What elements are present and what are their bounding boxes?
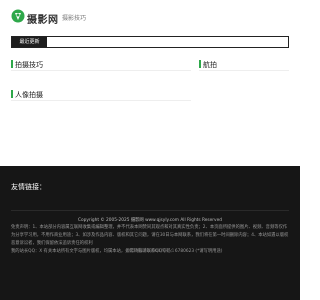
section-divider (199, 70, 289, 71)
section-title-shooting-tips[interactable]: 拍摄技巧 (11, 60, 43, 70)
icp-record-link[interactable]: 备ICP备202300020号-1 (0, 248, 300, 254)
section-title-label: 拍摄技巧 (15, 61, 43, 69)
section-marker (11, 60, 13, 68)
section-title-aerial[interactable]: 航拍 (199, 60, 217, 70)
camera-leaf-icon[interactable] (11, 9, 25, 23)
site-footer: 友情链接： Copyright © 2005-2025 摄影网 www.qjsy… (0, 166, 300, 300)
copyright-text: Copyright © 2005-2025 摄影网 www.qjsyly.com… (78, 218, 222, 223)
section-divider (11, 70, 191, 71)
section-marker (199, 60, 201, 68)
section-divider (11, 100, 191, 101)
disclaimer-line: 免责声明：1、本站部分内容属互联网收集或编辑整理，并不代表本网赞同其观点和对其真… (11, 225, 289, 246)
site-logo-text[interactable]: 摄影网 (27, 11, 59, 26)
section-marker (11, 90, 13, 98)
friend-links-heading: 友情链接： (11, 183, 46, 191)
section-title-portrait[interactable]: 人像拍摄 (11, 90, 43, 100)
footer-divider (11, 210, 289, 211)
nav-link-photo-tips[interactable]: 摄影技巧 (62, 13, 86, 22)
latest-updates-label: 最近更新 (12, 37, 47, 47)
site-header: 摄影网 摄影技巧 (0, 0, 300, 35)
section-title-label: 航拍 (203, 61, 217, 69)
latest-updates-bar: 最近更新 (11, 36, 289, 48)
section-title-label: 人像拍摄 (15, 91, 43, 99)
